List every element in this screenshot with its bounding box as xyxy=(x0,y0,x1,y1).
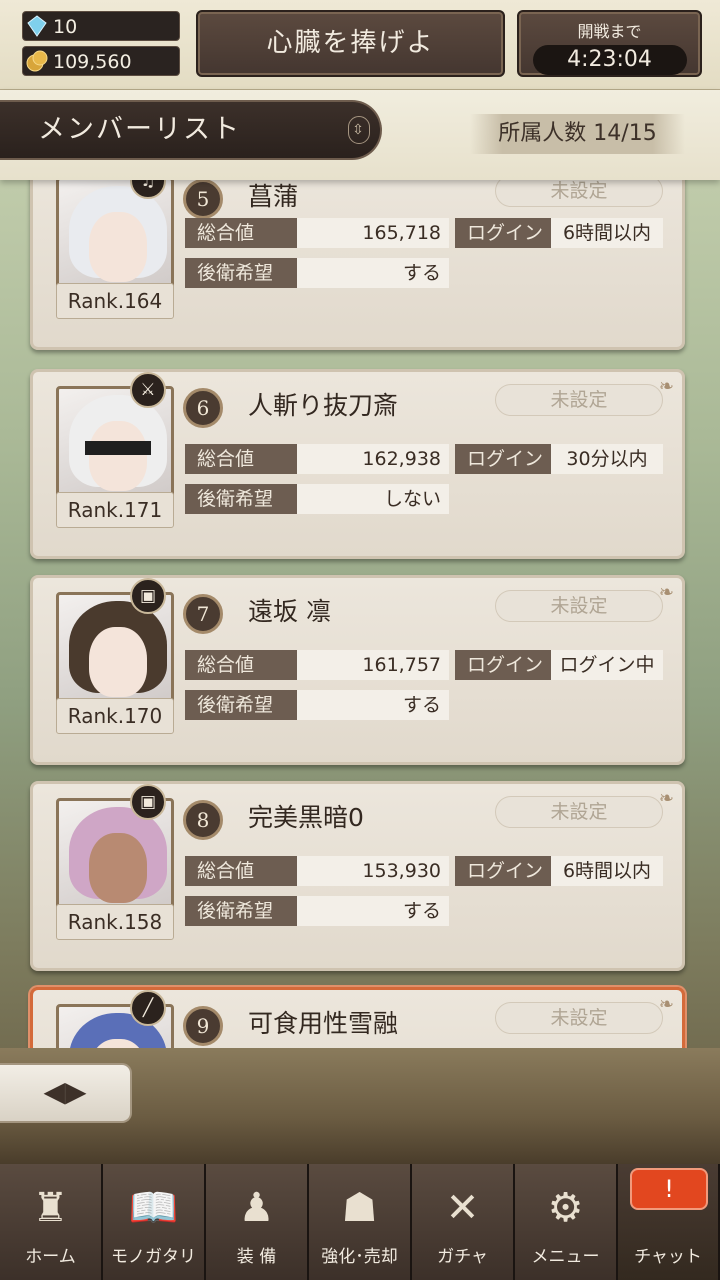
rank-label: Rank.170 xyxy=(56,698,174,734)
rank-label: Rank.158 xyxy=(56,904,174,940)
login-label: ログイン xyxy=(455,444,551,474)
member-list-title: メンバーリスト ⇳ xyxy=(0,100,382,160)
member-card[interactable]: ❧ ▣ Rank.158 8 完美黒暗0 未設定 総合値 153,930 ログイ… xyxy=(30,781,685,971)
login-value: 6時間以内 xyxy=(551,218,663,248)
spear-icon: ╱ xyxy=(130,990,166,1026)
member-name: 可食用性雪融 xyxy=(248,1009,399,1038)
member-card[interactable]: ❧ ▣ Rank.170 7 遠坂 凛 未設定 総合値 161,757 ログイン… xyxy=(30,575,685,765)
battle-timer: 開戦まで 4:23:04 xyxy=(517,10,702,77)
back-button[interactable]: ◀▶ xyxy=(0,1063,132,1123)
chat-alert-icon: ! xyxy=(630,1168,708,1210)
nav-menu[interactable]: ⚙ メニュー xyxy=(515,1164,618,1280)
book-icon: 📖 xyxy=(128,1185,179,1231)
list-header: メンバーリスト ⇳ 所属人数 14/15 xyxy=(0,90,720,180)
nav-chat[interactable]: ! チャット xyxy=(618,1164,720,1280)
mask-icon: ☗ xyxy=(341,1185,378,1231)
total-value: 162,938 xyxy=(297,444,449,474)
bottom-nav: ♜ ホーム 📖 モノガタリ ♟ 装 備 ☗ 強化･売却 ✕ ガチャ ⚙ メニュー… xyxy=(0,1164,720,1280)
total-value: 153,930 xyxy=(297,856,449,886)
tome-icon: ▣ xyxy=(130,784,166,820)
avatar[interactable] xyxy=(56,180,174,295)
status-badge: 未設定 xyxy=(495,590,663,622)
member-card[interactable]: ❧ ╱ 9 可食用性雪融 未設定 xyxy=(30,987,685,1048)
nav-label: 強化･売却 xyxy=(321,1247,398,1267)
rear-label: 後衛希望 xyxy=(185,484,297,514)
puppet-icon: ♟ xyxy=(238,1185,275,1231)
total-label: 総合値 xyxy=(185,856,297,886)
status-badge: 未設定 xyxy=(495,180,663,207)
rear-value: する xyxy=(297,258,449,288)
back-arrow-icon: ◀▶ xyxy=(43,1075,87,1108)
status-badge: 未設定 xyxy=(495,1002,663,1034)
member-number-badge: 6 xyxy=(183,388,223,428)
login-value: ログイン中 xyxy=(551,650,663,680)
gem-counter: 10 xyxy=(22,11,180,41)
gem-count: 10 xyxy=(53,16,78,38)
nav-equipment[interactable]: ♟ 装 備 xyxy=(206,1164,309,1280)
login-label: ログイン xyxy=(455,856,551,886)
gears-icon: ⚙ xyxy=(547,1185,584,1231)
nav-label: チャット xyxy=(634,1247,702,1267)
member-card[interactable]: ❧ ⚔ Rank.171 6 人斬り抜刀斎 未設定 総合値 162,938 ログ… xyxy=(30,369,685,559)
page-title: メンバーリスト xyxy=(38,114,241,145)
total-label: 総合値 xyxy=(185,218,297,248)
nav-enhance-sell[interactable]: ☗ 強化･売却 xyxy=(309,1164,412,1280)
coin-count: 109,560 xyxy=(53,51,132,73)
rear-label: 後衛希望 xyxy=(185,896,297,926)
nav-label: メニュー xyxy=(531,1247,600,1267)
nav-home[interactable]: ♜ ホーム xyxy=(0,1164,103,1280)
login-value: 30分以内 xyxy=(551,444,663,474)
member-number-badge: 8 xyxy=(183,800,223,840)
timer-label: 開戦まで xyxy=(577,22,642,41)
nav-story[interactable]: 📖 モノガタリ xyxy=(103,1164,206,1280)
login-label: ログイン xyxy=(455,218,551,248)
timer-value: 4:23:04 xyxy=(532,45,687,75)
login-label: ログイン xyxy=(455,650,551,680)
member-number-badge: 5 xyxy=(183,180,223,219)
nav-label: ホーム xyxy=(25,1247,76,1267)
swords-icon: ✕ xyxy=(445,1185,480,1231)
top-bar: 10 109,560 心臓を捧げよ 開戦まで 4:23:04 xyxy=(0,0,720,90)
rear-value: する xyxy=(297,896,449,926)
member-name: 菖蒲 xyxy=(248,182,299,211)
rear-label: 後衛希望 xyxy=(185,258,297,288)
member-name: 遠坂 凛 xyxy=(248,597,331,626)
total-value: 165,718 xyxy=(297,218,449,248)
castle-icon: ♜ xyxy=(32,1185,69,1231)
coin-counter: 109,560 xyxy=(22,46,180,76)
rear-value: しない xyxy=(297,484,449,514)
member-name: 完美黒暗0 xyxy=(248,803,364,832)
member-list[interactable]: ❧ ♫ Rank.164 5 菖蒲 未設定 総合値 165,718 ログイン 6… xyxy=(0,180,720,1048)
event-title-button[interactable]: 心臓を捧げよ xyxy=(196,10,505,77)
member-count: 所属人数 14/15 xyxy=(470,114,685,154)
total-value: 161,757 xyxy=(297,650,449,680)
member-number-badge: 9 xyxy=(183,1006,223,1046)
sword-icon: ⚔ xyxy=(130,372,166,408)
coin-icon xyxy=(26,50,48,72)
nav-label: ガチャ xyxy=(437,1247,488,1267)
member-card[interactable]: ❧ ♫ Rank.164 5 菖蒲 未設定 総合値 165,718 ログイン 6… xyxy=(30,180,685,350)
total-label: 総合値 xyxy=(185,444,297,474)
tome-icon: ▣ xyxy=(130,578,166,614)
status-badge: 未設定 xyxy=(495,796,663,828)
total-label: 総合値 xyxy=(185,650,297,680)
rank-label: Rank.164 xyxy=(56,283,174,319)
rear-value: する xyxy=(297,690,449,720)
rear-label: 後衛希望 xyxy=(185,690,297,720)
member-number-badge: 7 xyxy=(183,594,223,634)
login-value: 6時間以内 xyxy=(551,856,663,886)
status-badge: 未設定 xyxy=(495,384,663,416)
nav-label: モノガタリ xyxy=(111,1247,196,1267)
rank-label: Rank.171 xyxy=(56,492,174,528)
sort-icon[interactable]: ⇳ xyxy=(348,116,370,144)
nav-gacha[interactable]: ✕ ガチャ xyxy=(412,1164,515,1280)
nav-label: 装 備 xyxy=(236,1247,277,1267)
gem-icon xyxy=(27,15,47,37)
member-name: 人斬り抜刀斎 xyxy=(248,391,399,420)
